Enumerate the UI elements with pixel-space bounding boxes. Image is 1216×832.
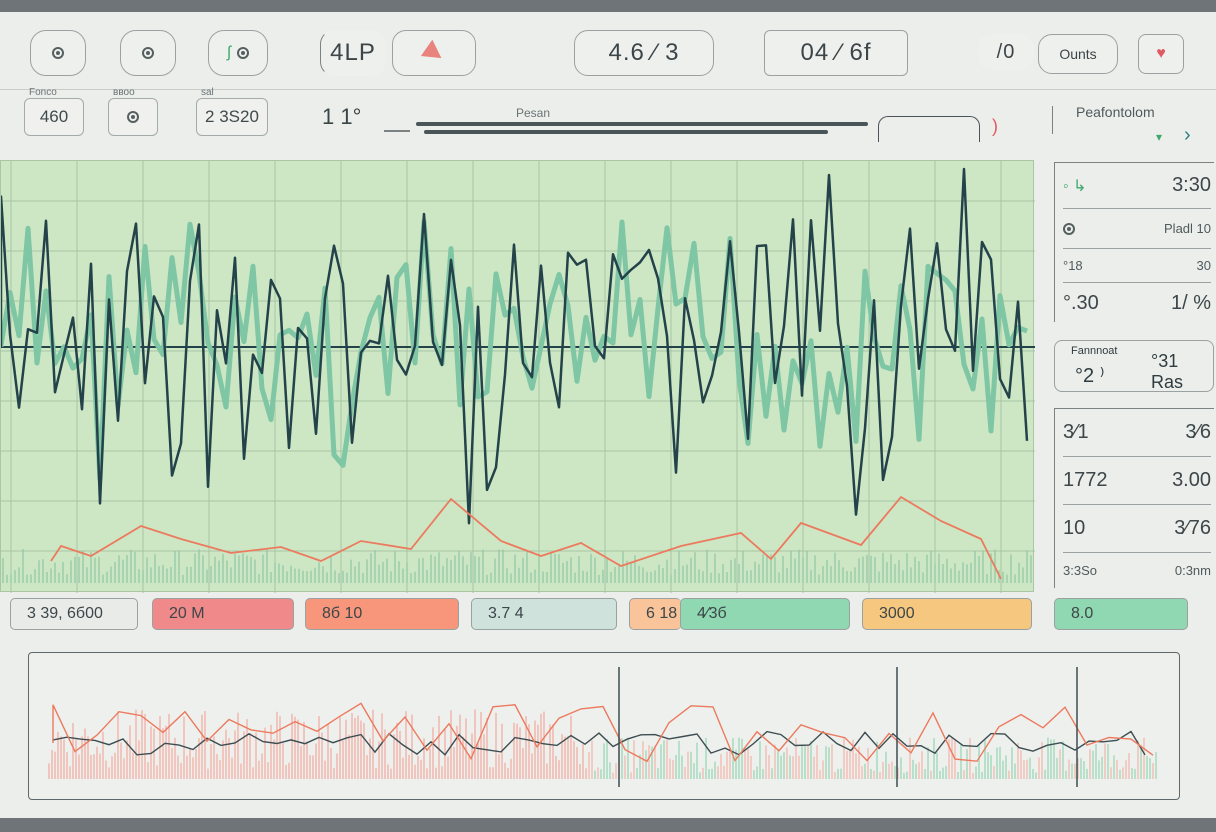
overview-trace-dark [52, 730, 1146, 756]
status-bar-2-label: 20 M [169, 605, 205, 622]
metric-box-1-caption: Fonco [29, 87, 57, 98]
display-c-value: 04 ⁄ 6f [800, 39, 872, 66]
status-bar-2[interactable]: 20 M [152, 598, 294, 630]
status-bar-8-label: 8.0 [1071, 605, 1094, 622]
split-dot-icon [236, 47, 249, 59]
sidebar-card-label: Fannnoat [1071, 345, 1118, 357]
display-b[interactable]: 4.6 ⁄ 3 [574, 30, 714, 76]
sidebar2-row-1: 3⁄1 3⁄6 [1063, 409, 1211, 457]
metric-box-1-value: 460 [39, 107, 69, 126]
sidebar2-row-2: 1772 3.00 [1063, 457, 1211, 505]
status-bar-8[interactable]: 8.0 [1054, 598, 1188, 630]
sidebar-card[interactable]: Fannnoat °2 ⁾ °31 Ras [1054, 340, 1214, 392]
record-button[interactable] [30, 30, 86, 76]
overview-chart [48, 667, 1157, 787]
display-b-value: 4.6 ⁄ 3 [608, 39, 680, 66]
chevron-right-icon[interactable]: › [1184, 124, 1191, 147]
toggle-icon [127, 111, 139, 123]
row2-divider [384, 130, 410, 132]
sidebar2-row-4: 3:3So 0:3nm [1063, 553, 1211, 587]
status-bar-4[interactable]: 3.7 4 [471, 598, 617, 630]
display-a-value: 4LP [330, 39, 376, 66]
top-toolbar: ʃ 4LP 4.6 ⁄ 3 04 ⁄ 6f /0 Ounts ♥ [0, 12, 1216, 90]
sidebar2-row-1-left: 3⁄1 [1063, 421, 1089, 443]
center-label: Pesan [516, 106, 551, 120]
record-icon [52, 47, 64, 59]
metric-value-4: 1 1° [322, 104, 362, 129]
timeline-bar-top [416, 122, 868, 126]
metric-box-2-caption: ввоо [113, 87, 135, 98]
display-d[interactable]: /0 [978, 34, 1034, 70]
metric-box-3-value: 2 3S20 [205, 107, 259, 126]
sidebar-row-2-value: Pladl 10 [1164, 221, 1211, 236]
sidebar2-row-4-right: 0:3nm [1174, 562, 1211, 578]
status-bar-5[interactable]: 6 18 [629, 598, 681, 630]
status-bar-6[interactable]: 4⁄3б [680, 598, 850, 630]
overview-panel[interactable] [28, 652, 1180, 800]
status-bar-3[interactable]: 8б 10 [305, 598, 459, 630]
sidebar-card-value: °2 ⁾ [1075, 365, 1105, 387]
window-bottom-frame [0, 818, 1216, 832]
status-bar-7-label: 3000 [879, 605, 915, 622]
sidebar-row-3-right: 30 [1196, 258, 1211, 273]
counts-button[interactable]: Ounts [1038, 34, 1118, 74]
sidebar-row-2: Pladl 10 [1063, 209, 1211, 249]
flag-icon [420, 39, 448, 67]
sidebar2-row-3-left: 10 [1063, 517, 1086, 539]
split-button[interactable]: ʃ [208, 30, 268, 76]
main-waveform-chart [1, 161, 1035, 593]
sidebar-row-4-left: °.30 [1063, 291, 1099, 314]
display-c[interactable]: 04 ⁄ 6f [764, 30, 908, 76]
display-d-value: /0 [996, 40, 1016, 63]
metric-box-1[interactable]: Fonco 460 [24, 87, 84, 136]
sidebar-title: Peafontolom [1076, 104, 1155, 120]
status-bar-5-label: 6 18 [646, 605, 678, 622]
sidebar-stats-box: ◦ ↳ 3:30 Pladl 10 °18 30 °.30 1/ % [1054, 162, 1214, 322]
flag-button[interactable] [392, 30, 476, 76]
sidebar-row-1: ◦ ↳ 3:30 [1063, 163, 1211, 209]
main-waveform-panel[interactable] [0, 160, 1035, 593]
metric-box-2[interactable]: ввоо [108, 87, 158, 136]
sidebar-row-3-left: °18 [1063, 258, 1083, 273]
status-bar-6-label: 4⁄3б [697, 605, 727, 622]
status-bar-1[interactable]: 3 39, 6б00 [10, 598, 138, 630]
target-button[interactable] [120, 30, 176, 76]
metric-box-3-caption: sal [201, 87, 214, 98]
heart-icon: ♥ [1156, 45, 1166, 62]
sidebar2-row-4-left: 3:3So [1063, 562, 1097, 578]
arrow-green-icon: ▾ [1156, 130, 1163, 144]
right-sidebar: Peafontolom ▾ › ◦ ↳ 3:30 Pladl 10 °18 30… [1052, 90, 1216, 650]
sidebar2-row-2-right: 3.00 [1172, 469, 1211, 491]
sidebar2-row-3-right: 3⁄76 [1174, 517, 1211, 539]
status-bar-3-label: 8б 10 [322, 605, 363, 622]
status-bar-7[interactable]: 3000 [862, 598, 1032, 630]
timeline-bar-bottom [424, 130, 828, 134]
sidebar-row-4: °.30 1/ % [1063, 283, 1211, 323]
timeline-handle[interactable] [878, 116, 980, 142]
sidebar-card-right: °31 Ras [1151, 351, 1184, 392]
wave-green-icon: ◦ ↳ [1063, 177, 1087, 195]
status-bar-4-label: 3.7 4 [488, 605, 524, 622]
counts-label: Ounts [1059, 46, 1097, 62]
sidebar-row-4-right: 1/ % [1170, 291, 1211, 314]
split-icon: ʃ [227, 44, 231, 61]
window-top-frame [0, 0, 1216, 12]
timeline-track[interactable] [416, 122, 868, 134]
metric-box-3[interactable]: sal 2 3S20 [196, 87, 268, 136]
display-a[interactable]: 4LP [320, 30, 386, 76]
heart-button[interactable]: ♥ [1138, 34, 1184, 74]
target-icon [142, 47, 154, 59]
sidebar2-row-3: 10 3⁄76 [1063, 505, 1211, 553]
sidebar2-row-2-left: 1772 [1063, 469, 1108, 491]
sidebar-row-1-value: 3:30 [1172, 174, 1211, 196]
sidebar2-row-1-right: 3⁄6 [1185, 421, 1211, 443]
sidebar-stats-box-2: 3⁄1 3⁄6 1772 3.00 10 3⁄76 3:3So 0:3nm [1054, 408, 1214, 588]
status-bar-1-label: 3 39, 6б00 [27, 605, 103, 622]
sidebar-dot-icon [1063, 222, 1075, 235]
sidebar-row-3: °18 30 [1063, 249, 1211, 283]
sidebar-bracket [1052, 106, 1058, 134]
marker-icon: ) [992, 116, 998, 136]
